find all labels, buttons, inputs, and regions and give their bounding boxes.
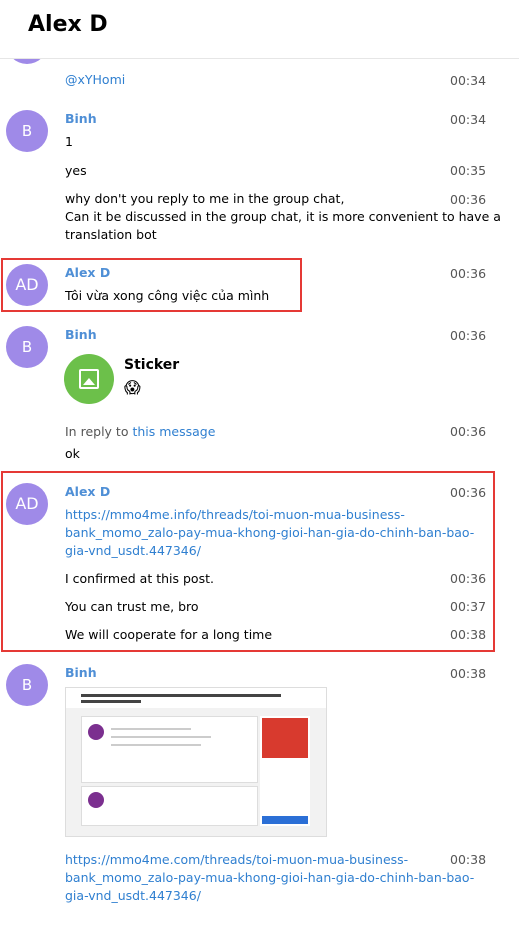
message-link[interactable]: gia-vnd_usdt.447346/ [65, 542, 485, 560]
message-time: 00:36 [450, 571, 487, 586]
screenshot-ad [262, 718, 308, 758]
message-time: 00:36 [450, 192, 487, 207]
avatar-alex[interactable]: AD [6, 264, 48, 306]
message-link[interactable]: https://mmo4me.com/threads/toi-muon-mua-… [65, 851, 485, 869]
message-link[interactable]: bank_momo_zalo-pay-mua-khong-gioi-han-gi… [65, 869, 485, 887]
message-time: 00:38 [450, 852, 487, 867]
image-icon [79, 369, 99, 389]
avatar-binh[interactable]: B [6, 664, 48, 706]
message-time: 00:36 [450, 266, 487, 281]
message-time: 00:36 [450, 328, 487, 343]
message-time: 00:36 [450, 485, 487, 500]
screenshot-header [66, 688, 326, 708]
message-time: 00:38 [450, 627, 487, 642]
reply-link[interactable]: this message [132, 424, 215, 439]
message-link[interactable]: bank_momo_zalo-pay-mua-khong-gioi-han-gi… [65, 524, 485, 542]
message-text: translation bot [65, 227, 157, 242]
message-text: We will cooperate for a long time [65, 627, 273, 642]
sticker-emoji: 😱 [124, 378, 141, 397]
message-text: You can trust me, bro [65, 599, 199, 614]
message-text[interactable]: @xYHomi [65, 71, 125, 89]
avatar-alex[interactable]: AD [6, 483, 48, 525]
sender-name[interactable]: Binh [65, 111, 97, 126]
message-text: yes [65, 163, 87, 178]
reply-indicator: In reply to this message [65, 423, 215, 441]
screenshot-line [111, 744, 201, 746]
message-time: 00:34 [450, 73, 487, 88]
message-text: Tôi vừa xong công việc của mình [65, 288, 270, 303]
sender-name[interactable]: Binh [65, 327, 97, 342]
avatar-binh[interactable]: B [6, 326, 48, 368]
sender-name[interactable]: Alex D [65, 484, 110, 499]
message-text: I confirmed at this post. [65, 571, 214, 586]
chat-header-mask: Alex D [0, 0, 519, 59]
screenshot-line [111, 728, 191, 730]
chat-title-text: Alex D [28, 12, 108, 37]
message-time: 00:38 [450, 666, 487, 681]
screenshot-title [81, 700, 141, 703]
reply-prefix: In reply to [65, 424, 129, 439]
sticker-image-icon[interactable] [64, 354, 114, 404]
message-link[interactable]: gia-vnd_usdt.447346/ [65, 887, 485, 905]
screenshot-avatar [88, 724, 104, 740]
screenshot-title [81, 694, 281, 697]
sender-name[interactable]: Binh [65, 665, 97, 680]
message-text: ok [65, 446, 80, 461]
message-time: 00:37 [450, 599, 487, 614]
screenshot-line [111, 736, 211, 738]
message-text: 1 [65, 134, 73, 149]
sender-name[interactable]: Alex D [65, 265, 110, 280]
message-link[interactable]: https://mmo4me.info/threads/toi-muon-mua… [65, 506, 485, 524]
message-time: 00:36 [450, 424, 487, 439]
screenshot-button [262, 816, 308, 824]
message-text: why don't you reply to me in the group c… [65, 191, 345, 206]
screenshot-reply-box [81, 786, 258, 826]
message-time: 00:35 [450, 163, 487, 178]
avatar-binh[interactable]: B [6, 110, 48, 152]
screenshot-post [81, 716, 258, 783]
message-text: Can it be discussed in the group chat, i… [65, 209, 501, 224]
screenshot-avatar [88, 792, 104, 808]
message-time: 00:34 [450, 112, 487, 127]
attached-screenshot[interactable] [65, 687, 327, 837]
sticker-label: Sticker [124, 357, 180, 373]
